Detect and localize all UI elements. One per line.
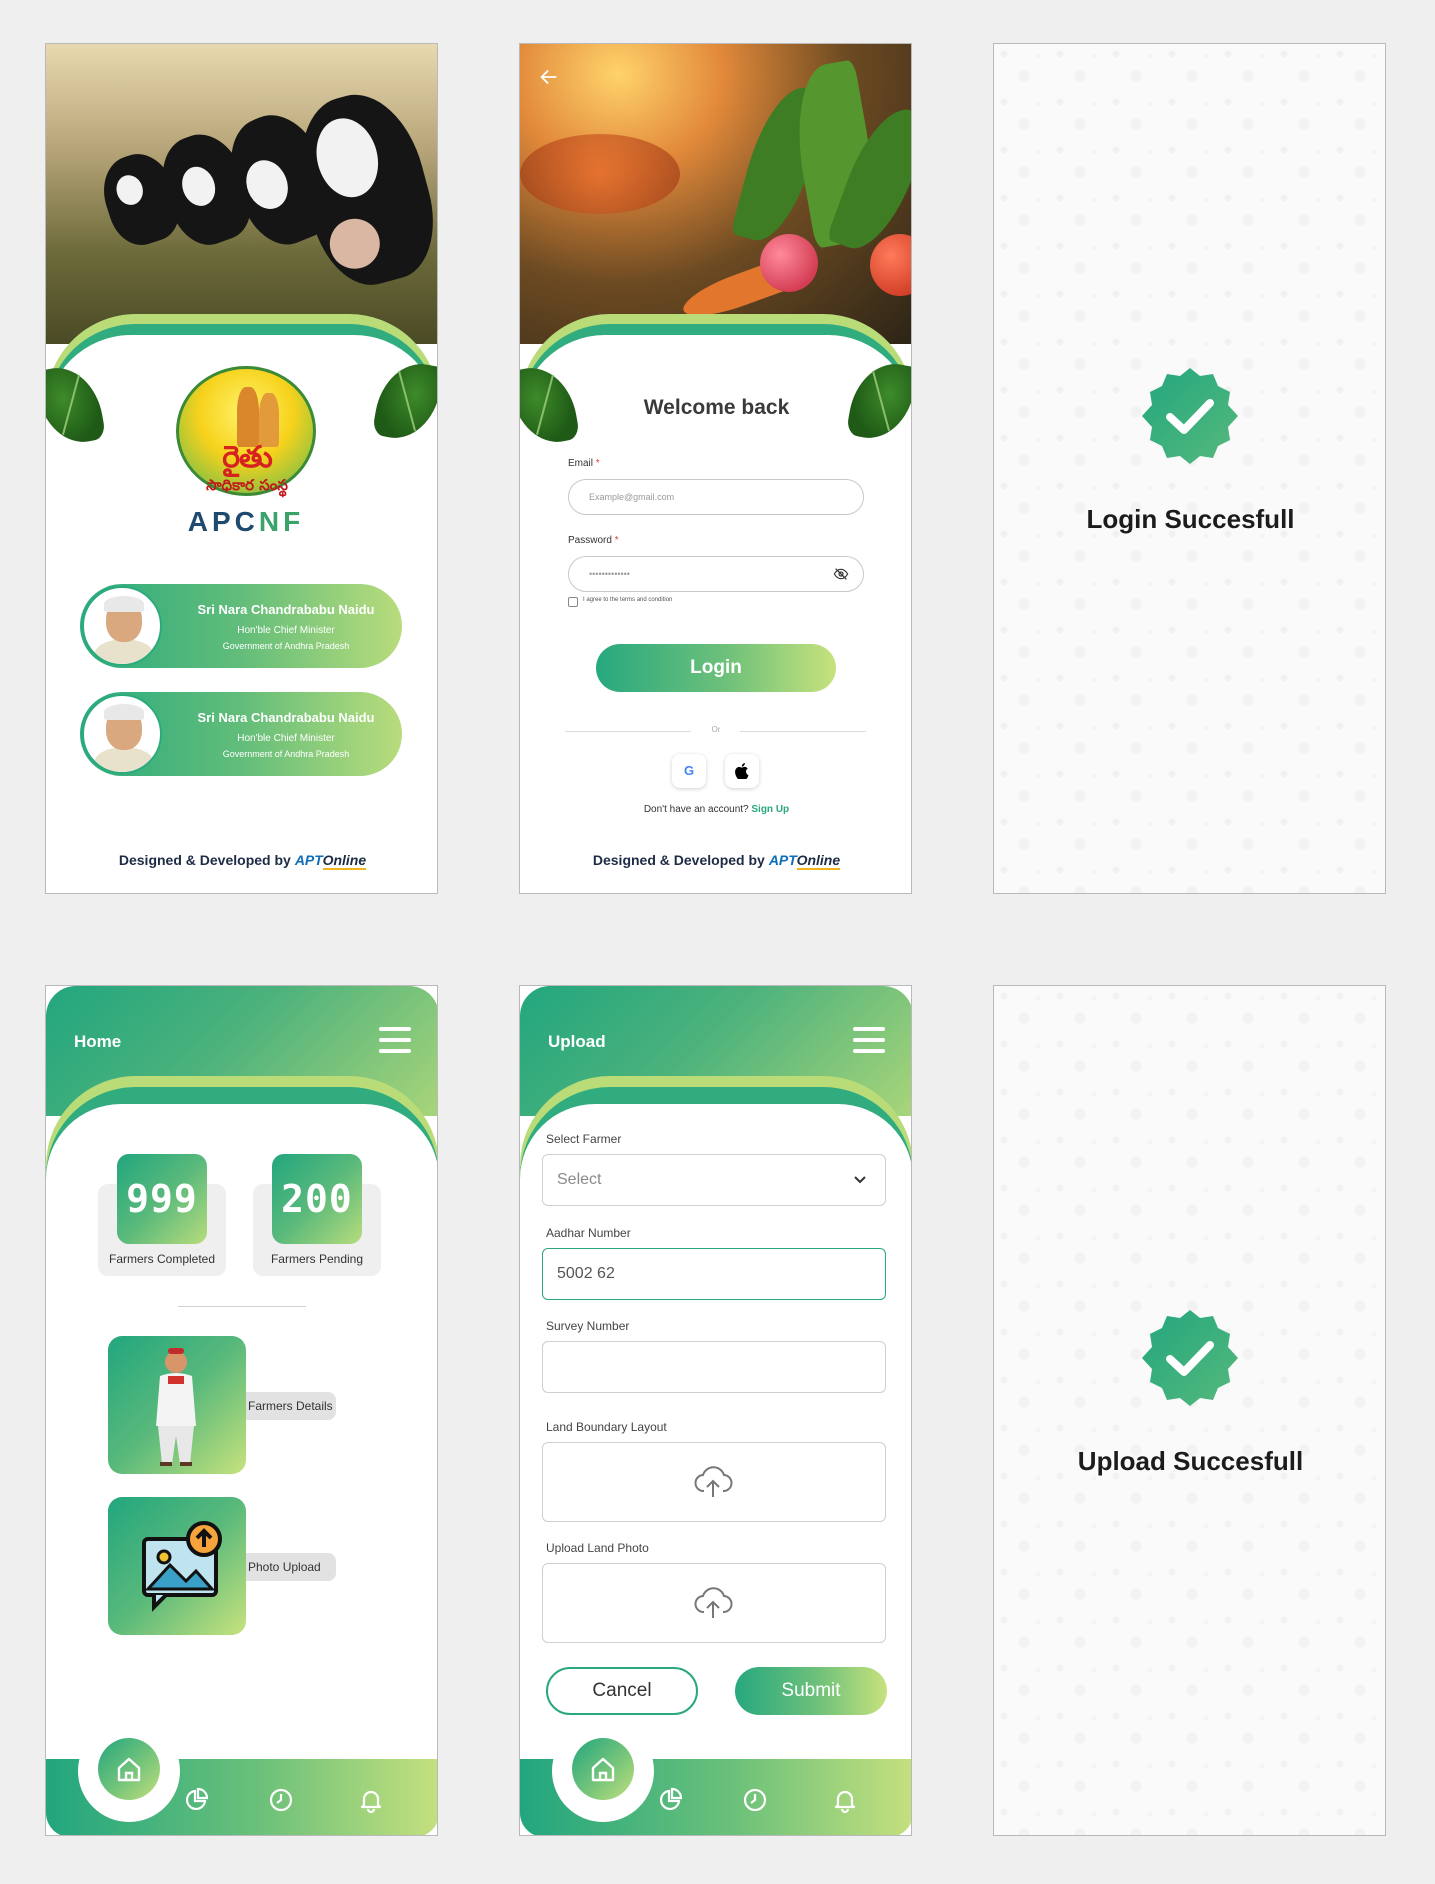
- leader-card: Sri Nara Chandrababu Naidu Hon'ble Chief…: [80, 692, 402, 776]
- apple-login-button[interactable]: [725, 754, 759, 788]
- survey-field[interactable]: [542, 1341, 886, 1393]
- eye-off-icon[interactable]: [833, 567, 849, 581]
- signup-link[interactable]: Sign Up: [751, 804, 789, 815]
- clock-icon[interactable]: [267, 1786, 295, 1814]
- doodle-background: [994, 44, 1385, 893]
- leader-government: Government of Andhra Pradesh: [222, 641, 350, 651]
- terms-checkbox[interactable]: [568, 597, 578, 607]
- hamburger-menu-icon[interactable]: [379, 1027, 411, 1053]
- avatar: [82, 586, 162, 666]
- divider: [565, 731, 691, 732]
- login-title: Welcome back: [643, 396, 790, 419]
- back-arrow-icon[interactable]: [538, 66, 562, 90]
- verified-check-icon: [1142, 1310, 1238, 1406]
- doodle-background: [994, 986, 1385, 1835]
- image-upload-icon: [142, 1521, 222, 1612]
- divider: [740, 731, 866, 732]
- chart-icon[interactable]: [656, 1786, 684, 1814]
- stat-label: Farmers Pending: [270, 1252, 364, 1266]
- leader-card: Sri Nara Chandrababu Naidu Hon'ble Chief…: [80, 584, 402, 668]
- cancel-button[interactable]: Cancel: [546, 1667, 698, 1715]
- select-farmer-dropdown[interactable]: Select: [542, 1154, 886, 1206]
- aptonline-logo: APTOnline: [768, 852, 841, 870]
- avatar: [82, 694, 162, 774]
- stat-label: Farmers Completed: [108, 1252, 216, 1266]
- upload-screen: Upload Select Farmer Select Aadhar Numbe…: [519, 985, 912, 1836]
- google-icon: G: [683, 763, 695, 778]
- nav-home-button[interactable]: [98, 1738, 160, 1800]
- chevron-down-icon: [854, 1176, 866, 1184]
- stat-value: 200: [272, 1154, 362, 1244]
- nav-home-button[interactable]: [572, 1738, 634, 1800]
- login-button[interactable]: Login: [596, 644, 836, 692]
- select-value: Select: [557, 1171, 602, 1188]
- leader-role: Hon'ble Chief Minister: [237, 733, 335, 744]
- verified-check-icon: [1142, 368, 1238, 464]
- apcnf-wordmark: APCNF: [187, 506, 305, 537]
- page-title: Home: [74, 1032, 122, 1051]
- login-screen: Welcome back Email * Example@gmail.com P…: [519, 43, 912, 894]
- leader-government: Government of Andhra Pradesh: [222, 749, 350, 759]
- or-text: Or: [711, 725, 721, 734]
- footer-credit: Designed & Developed by APTOnline: [592, 852, 841, 870]
- submit-button[interactable]: Submit: [735, 1667, 887, 1715]
- farmers-details-button[interactable]: [108, 1336, 246, 1474]
- cows-hero-image: [46, 44, 437, 344]
- boundary-label: Land Boundary Layout: [546, 1420, 667, 1434]
- cloud-upload-icon: [694, 1587, 733, 1618]
- email-field[interactable]: Example@gmail.com: [568, 479, 864, 515]
- apple-icon: [735, 763, 749, 780]
- google-login-button[interactable]: G: [672, 754, 706, 788]
- password-field[interactable]: •••••••••••••: [568, 556, 864, 592]
- cow-figure: [283, 81, 437, 297]
- home-icon: [117, 1757, 141, 1782]
- leader-name: Sri Nara Chandrababu Naidu: [197, 602, 375, 617]
- terms-label: I agree to the terms and condition: [583, 597, 673, 603]
- success-message: Upload Succesfull: [1077, 1446, 1304, 1476]
- bell-icon[interactable]: [357, 1786, 385, 1814]
- land-photo-upload-box[interactable]: [542, 1563, 886, 1643]
- chart-icon[interactable]: [182, 1786, 210, 1814]
- aadhar-label: Aadhar Number: [546, 1226, 631, 1240]
- email-label: Email *: [568, 458, 600, 469]
- aadhar-field[interactable]: 5002 62: [542, 1248, 886, 1300]
- cloud-upload-icon: [694, 1466, 733, 1497]
- hamburger-menu-icon[interactable]: [853, 1027, 885, 1053]
- survey-label: Survey Number: [546, 1319, 630, 1333]
- farmer-icon: [156, 1348, 196, 1466]
- success-message: Login Succesfull: [1086, 504, 1295, 534]
- stat-value: 999: [117, 1154, 207, 1244]
- password-value: •••••••••••••: [589, 569, 630, 579]
- home-icon: [591, 1757, 615, 1782]
- home-screen: Home 999 Farmers Completed 200 Farmers P…: [45, 985, 438, 1836]
- land-photo-label: Upload Land Photo: [546, 1541, 649, 1555]
- leader-role: Hon'ble Chief Minister: [237, 625, 335, 636]
- aptonline-logo: APTOnline: [294, 852, 367, 870]
- splash-screen: రైతు సాధికార సంస్థ APCNF Sri Nara Chandr…: [45, 43, 438, 894]
- footer-credit: Designed & Developed by APTOnline: [118, 852, 367, 870]
- vegetables-hero-image: [520, 44, 911, 344]
- page-title: Upload: [548, 1032, 606, 1051]
- password-label: Password *: [568, 535, 619, 546]
- boundary-upload-box[interactable]: [542, 1442, 886, 1522]
- logo-telugu-subtext: సాధికార సంస్థ: [206, 476, 288, 494]
- login-success-screen: Login Succesfull: [993, 43, 1386, 894]
- clock-icon[interactable]: [741, 1786, 769, 1814]
- signup-prompt: Don't have an account? Sign Up: [643, 804, 790, 815]
- select-farmer-label: Select Farmer: [546, 1132, 622, 1146]
- leader-name: Sri Nara Chandrababu Naidu: [197, 710, 375, 725]
- bell-icon[interactable]: [831, 1786, 859, 1814]
- divider: [178, 1306, 306, 1307]
- upload-success-screen: Upload Succesfull: [993, 985, 1386, 1836]
- photo-upload-button[interactable]: [108, 1497, 246, 1635]
